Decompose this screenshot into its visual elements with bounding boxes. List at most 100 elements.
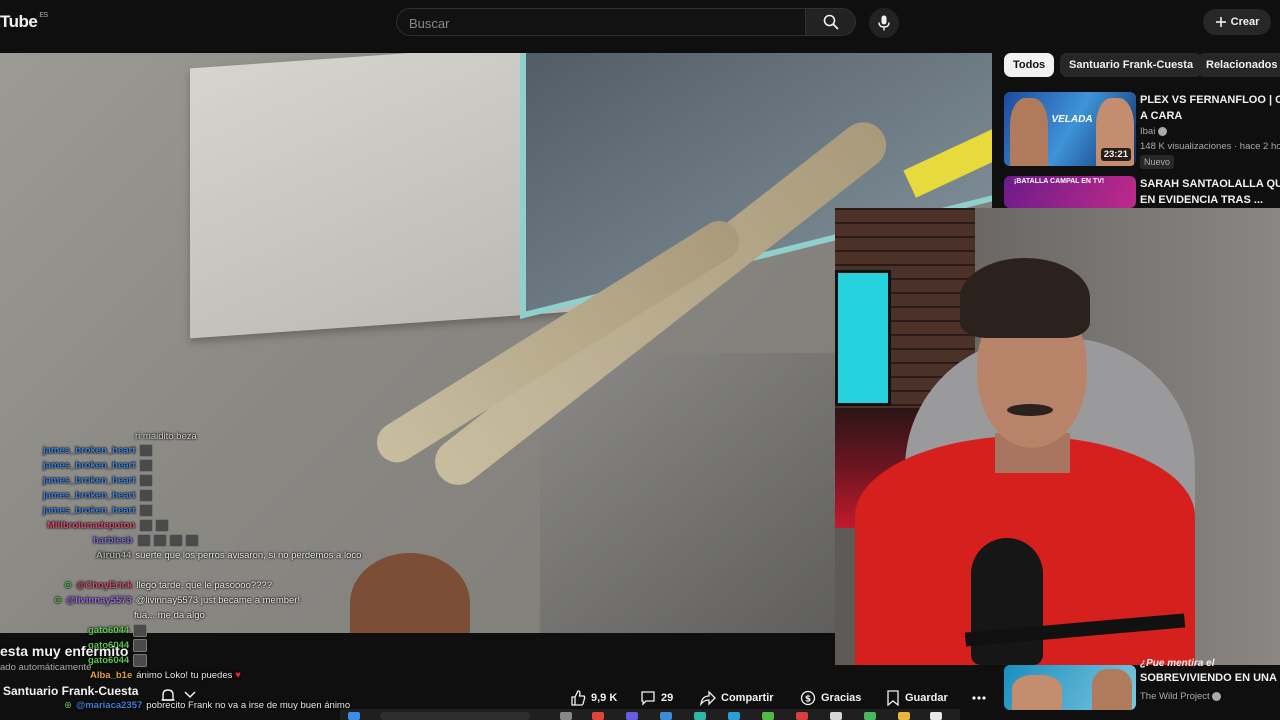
channel-name[interactable]: Santuario Frank-Cuesta	[3, 684, 138, 698]
streamer-webcam	[835, 208, 1280, 665]
chip-all[interactable]: Todos	[1004, 53, 1055, 77]
recommendation-thumbnail[interactable]: VELADA 23:21	[1004, 92, 1136, 166]
comment-count: 29	[661, 692, 674, 704]
chat-message: gato6044	[88, 624, 149, 638]
search-icon	[823, 14, 839, 30]
taskbar-search-icon[interactable]	[380, 712, 530, 720]
search-input[interactable]	[407, 15, 791, 32]
chat-message: ⊕ @ChoyErick llego tarde, que le pasoooo??…	[64, 580, 272, 591]
comments-button[interactable]: 29	[640, 686, 673, 710]
emote-icon	[139, 504, 154, 517]
chat-message: Airun44 suerte que los perros avisaron, s…	[96, 550, 362, 561]
verified-icon	[1212, 691, 1222, 701]
chat-message: fua... me da algo	[134, 610, 205, 621]
recommendation-title[interactable]: ¿Pue mentira elSOBREVIVIENDO EN UNA ISL	[1140, 658, 1280, 686]
create-label: Crear	[1230, 16, 1260, 28]
taskbar-app-icon[interactable]	[728, 712, 740, 720]
taskbar-app-icon[interactable]	[626, 712, 638, 720]
more-actions-button[interactable]	[972, 686, 986, 710]
comment-icon	[641, 691, 655, 706]
plus-icon	[1215, 17, 1226, 27]
taskbar-app-icon[interactable]	[660, 712, 672, 720]
emote-icon	[139, 444, 154, 457]
chat-message: james_broken_heart	[43, 444, 155, 458]
thumbnail-title-art: VELADA	[1051, 114, 1093, 125]
emote-icon	[152, 534, 167, 547]
recommendation-meta: 148 K visualizaciones · hace 2 hor	[1140, 141, 1280, 152]
chat-message: harbleeb	[93, 534, 201, 548]
emote-icon	[168, 534, 183, 547]
webcam-hair	[960, 258, 1090, 338]
youtube-logo[interactable]: Tube ES	[0, 12, 48, 32]
save-label: Guardar	[905, 692, 948, 704]
thumbnail-person-right	[1092, 669, 1132, 710]
emote-icon	[155, 519, 170, 532]
emote-icon	[139, 489, 154, 502]
emote-icon	[133, 624, 148, 637]
new-badge: Nuevo	[1140, 155, 1175, 169]
bookmark-icon	[887, 690, 899, 706]
emote-icon	[139, 519, 154, 532]
thumbnail-person-left	[1012, 675, 1062, 710]
share-label: Compartir	[721, 692, 774, 704]
thumbnail-title-art: ¡BATALLA CAMPAL EN TV!	[1014, 178, 1105, 185]
video-frame-bag	[540, 353, 840, 633]
voice-search-button[interactable]	[869, 8, 899, 38]
taskbar-app-icon[interactable]	[930, 712, 942, 720]
recommendation-thumbnail[interactable]: ¡BATALLA CAMPAL EN TV!	[1004, 176, 1136, 208]
more-horizontal-icon	[972, 696, 986, 700]
file-explorer-icon[interactable]	[898, 712, 910, 720]
thanks-label: Gracias	[821, 692, 862, 704]
create-button[interactable]: Crear	[1203, 9, 1271, 35]
taskbar-app-icon[interactable]	[796, 712, 808, 720]
taskbar-app-icon[interactable]	[830, 712, 842, 720]
webcam-moustache	[1007, 404, 1053, 416]
chat-message: ⊕ @mariaca2357 pobrecito Frank no va a irs…	[64, 700, 351, 711]
emote-icon	[139, 474, 154, 487]
thumbnail-person-left	[1010, 98, 1048, 166]
emote-icon	[184, 534, 199, 547]
save-button[interactable]: Guardar	[886, 686, 948, 710]
chrome-icon[interactable]	[592, 712, 604, 720]
taskbar-app-icon[interactable]	[864, 712, 876, 720]
search-box[interactable]	[396, 8, 806, 36]
duration-badge: 23:21	[1100, 148, 1131, 161]
thumbs-up-icon	[571, 690, 586, 706]
emote-icon	[136, 534, 151, 547]
emote-icon	[139, 459, 154, 472]
webcam-microphone	[971, 538, 1043, 665]
video-title: esta muy enfermito	[0, 643, 129, 659]
recommendation-title[interactable]: PLEX VS FERNANFLOO | CARA CARA	[1140, 92, 1280, 124]
recommendation-thumbnail[interactable]	[1004, 665, 1136, 710]
like-button[interactable]: 9,9 K	[570, 686, 617, 710]
recommendation-title[interactable]: SARAH SANTAOLALLA QUEDEN EVIDENCIA TRAS …	[1140, 176, 1280, 208]
chevron-down-icon[interactable]	[184, 690, 196, 700]
share-button[interactable]: Compartir	[700, 686, 774, 710]
chat-message: Millbrolunadeputon	[47, 519, 171, 533]
webcam-monitor	[835, 270, 891, 406]
chat-message: Alba_b1e ánimo Loko! tu puedes ♥	[90, 670, 241, 681]
super-thanks-icon: $	[800, 690, 816, 706]
recommendation-channel[interactable]: The Wild Project	[1140, 691, 1222, 702]
chip-related[interactable]: Relacionados	[1197, 53, 1280, 77]
chat-message: james_broken_heart	[43, 489, 155, 503]
chat-message: ri maidito beza	[135, 431, 197, 442]
taskbar-app-icon[interactable]	[560, 712, 572, 720]
chip-channel[interactable]: Santuario Frank-Cuesta	[1060, 53, 1203, 77]
chat-message: ⊕ @livinnay5573 @livinnay5573 just became …	[54, 595, 301, 606]
recommendation-channel[interactable]: Ibai	[1140, 126, 1167, 137]
chat-message: james_broken_heart	[43, 459, 155, 473]
chat-message: james_broken_heart	[43, 474, 155, 488]
auto-dub-note: ado automáticamente	[0, 662, 92, 673]
thanks-button[interactable]: $ Gracias	[800, 686, 861, 710]
emote-icon	[133, 639, 148, 652]
search-button[interactable]	[806, 8, 856, 36]
verified-icon	[1157, 126, 1167, 136]
svg-text:$: $	[805, 695, 811, 705]
bell-icon[interactable]	[160, 688, 176, 704]
edge-icon[interactable]	[694, 712, 706, 720]
windows-start-icon[interactable]	[348, 712, 360, 720]
microphone-icon	[878, 15, 890, 31]
taskbar-app-icon[interactable]	[762, 712, 774, 720]
share-icon	[700, 690, 716, 706]
